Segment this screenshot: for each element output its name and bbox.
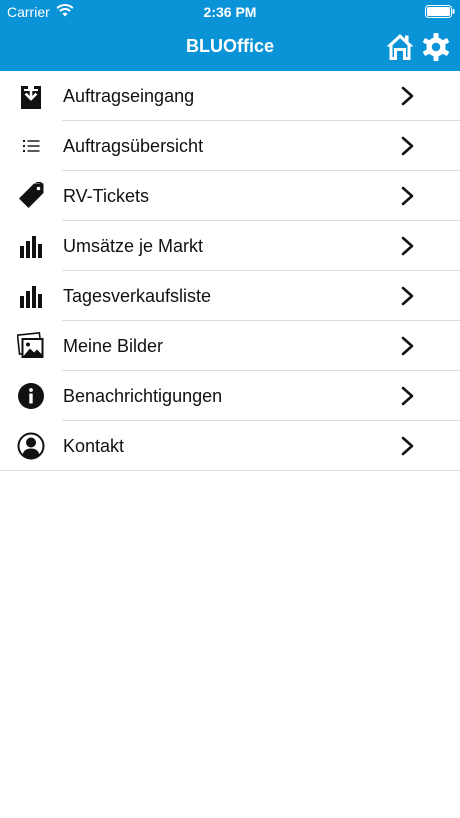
menu-item-label: Meine Bilder bbox=[63, 336, 164, 356]
chevron-right-icon bbox=[401, 336, 414, 356]
menu-item-label: Auftragseingang bbox=[63, 86, 195, 106]
menu-item-label: Kontakt bbox=[63, 436, 125, 456]
battery-icon bbox=[425, 5, 455, 18]
menu-item-label: Auftragsübersicht bbox=[63, 136, 204, 156]
chevron-right-icon bbox=[401, 436, 414, 456]
settings-button[interactable] bbox=[421, 32, 451, 62]
menu-item-rv-tickets[interactable]: RV-Tickets bbox=[0, 171, 460, 221]
chevron-right-icon bbox=[401, 186, 414, 206]
bar-chart-icon bbox=[20, 236, 42, 258]
app-screen: Carrier 2:36 PM BLUOffice Auftragseingan… bbox=[0, 0, 460, 818]
menu-item-label: Tagesverkaufsliste bbox=[63, 286, 212, 306]
chevron-right-icon bbox=[401, 136, 414, 156]
menu-item-kontakt[interactable]: Kontakt bbox=[0, 421, 460, 471]
inbox-download-icon bbox=[21, 83, 41, 109]
menu-item-benachrichtigungen[interactable]: Benachrichtigungen bbox=[0, 371, 460, 421]
chevron-right-icon bbox=[401, 236, 414, 256]
chevron-right-icon bbox=[401, 286, 414, 306]
main-menu: Auftragseingang Auftragsübersicht RV-Tic… bbox=[0, 71, 460, 471]
menu-item-tagesverkaufsliste[interactable]: Tagesverkaufsliste bbox=[0, 271, 460, 321]
menu-item-label: Benachrichtigungen bbox=[63, 386, 223, 406]
home-icon bbox=[386, 34, 414, 60]
chevron-right-icon bbox=[401, 386, 414, 406]
top-bar: Carrier 2:36 PM BLUOffice bbox=[0, 0, 460, 71]
chevron-right-icon bbox=[401, 86, 414, 106]
menu-item-auftragsuebersicht[interactable]: Auftragsübersicht bbox=[0, 121, 460, 171]
navigation-bar: BLUOffice bbox=[0, 24, 460, 71]
menu-item-meine-bilder[interactable]: Meine Bilder bbox=[0, 321, 460, 371]
user-icon bbox=[17, 432, 45, 460]
menu-item-label: Umsätze je Markt bbox=[63, 236, 204, 256]
list-icon bbox=[23, 140, 40, 152]
menu-item-auftragseingang[interactable]: Auftragseingang bbox=[0, 71, 460, 121]
gear-icon bbox=[422, 33, 450, 61]
bar-chart-icon bbox=[20, 286, 42, 308]
photos-icon bbox=[17, 332, 44, 358]
status-time: 2:36 PM bbox=[203, 4, 257, 20]
menu-item-label: RV-Tickets bbox=[63, 186, 150, 206]
menu-item-umsaetze-je-markt[interactable]: Umsätze je Markt bbox=[0, 221, 460, 271]
status-bar: Carrier 2:36 PM bbox=[0, 0, 460, 24]
tag-icon bbox=[19, 182, 44, 208]
info-icon bbox=[18, 383, 44, 409]
home-button[interactable] bbox=[385, 32, 415, 62]
